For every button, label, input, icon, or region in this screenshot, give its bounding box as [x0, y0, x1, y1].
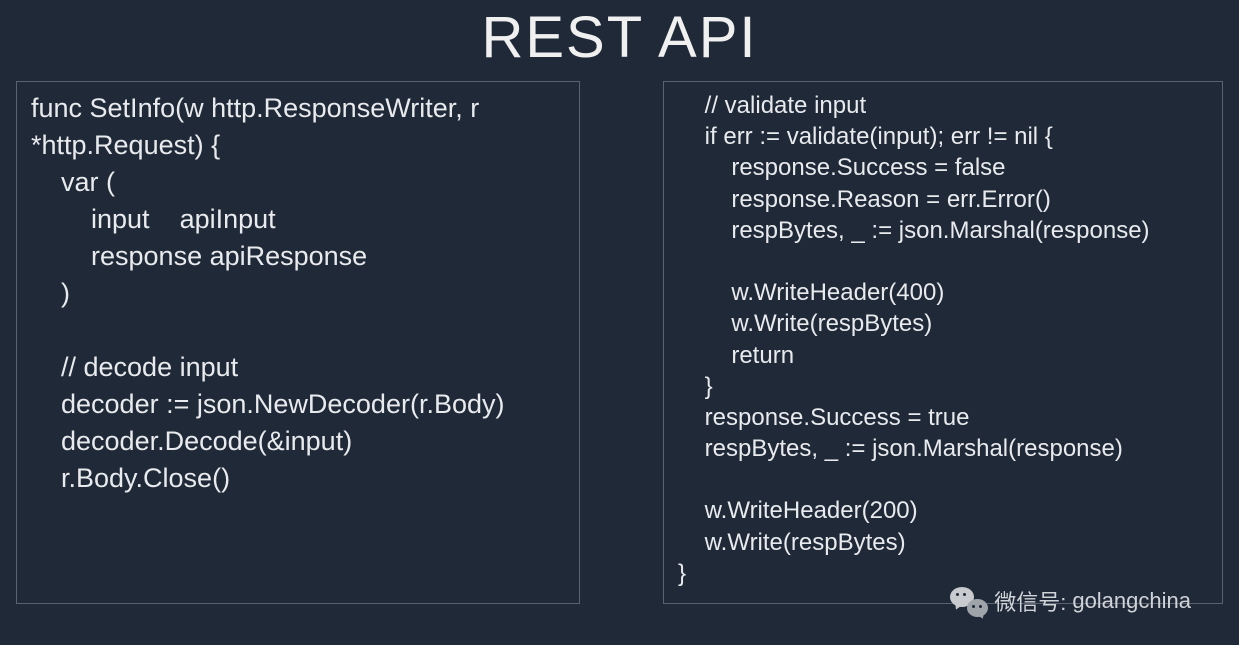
code-block-left: func SetInfo(w http.ResponseWriter, r *h… [16, 81, 580, 604]
code-columns: func SetInfo(w http.ResponseWriter, r *h… [0, 81, 1239, 604]
wechat-icon [950, 585, 988, 617]
watermark-id: golangchina [1072, 588, 1191, 614]
watermark: 微信号: golangchina [950, 585, 1191, 617]
code-block-right: // validate input if err := validate(inp… [663, 81, 1223, 604]
slide-title: REST API [0, 0, 1239, 81]
watermark-label: 微信号: [994, 585, 1066, 617]
